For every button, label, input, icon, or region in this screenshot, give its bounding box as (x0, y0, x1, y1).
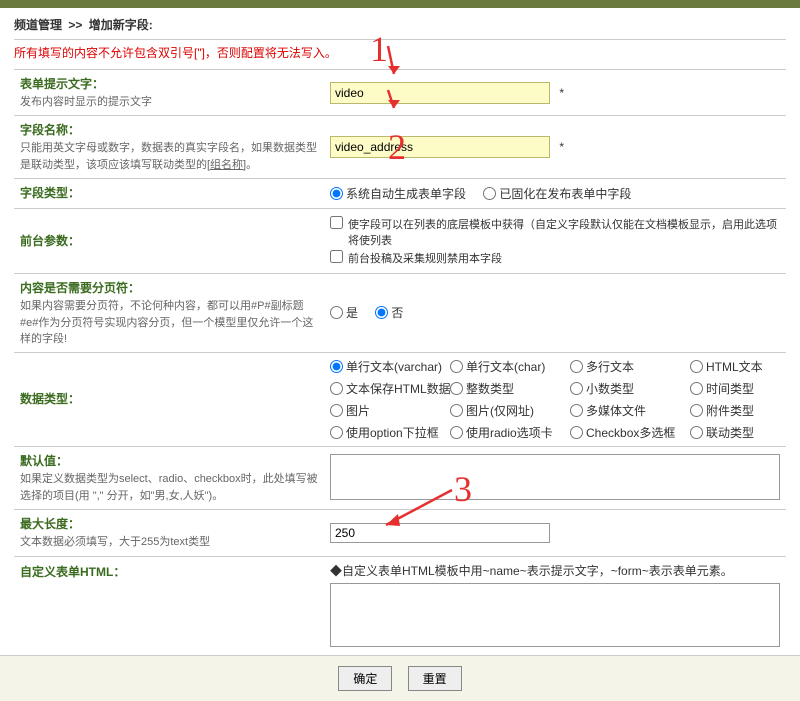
radio-ftype-fixed[interactable]: 已固化在发布表单中字段 (483, 185, 631, 202)
label-front: 前台参数： (20, 232, 318, 249)
label-prompt: 表单提示文字： (20, 75, 318, 92)
desc-prompt: 发布内容时显示的提示文字 (20, 96, 152, 108)
label-custom: 自定义表单HTML： (20, 563, 318, 580)
chk-disable-front[interactable] (330, 250, 343, 263)
breadcrumb-b: 增加新字段: (89, 18, 153, 32)
required-star: * (559, 86, 564, 100)
required-star: * (559, 140, 564, 154)
radio-dtype-7[interactable]: 时间类型 (690, 380, 766, 397)
textarea-default[interactable] (330, 454, 780, 500)
radio-dtype-12[interactable]: 使用option下拉框 (330, 424, 436, 441)
label-dtype: 数据类型： (20, 390, 318, 407)
radio-page-no[interactable]: 否 (375, 304, 403, 321)
reset-button[interactable]: 重置 (408, 666, 462, 691)
ok-button[interactable]: 确定 (338, 666, 392, 691)
label-ftype: 字段类型： (20, 184, 318, 201)
label-maxlen: 最大长度： (20, 515, 318, 532)
radio-dtype-1[interactable]: 单行文本(char) (450, 358, 556, 375)
desc-name: 只能用英文字母或数字，数据表的真实字段名，如果数据类型是联动类型，该项应该填写联… (20, 142, 317, 170)
desc-page: 如果内容需要分页符，不论何种内容，都可以用#P#副标题#e#作为分页符号实现内容… (20, 300, 313, 345)
label-page: 内容是否需要分页符： (20, 279, 318, 296)
radio-page-yes[interactable]: 是 (330, 304, 358, 321)
chk-list-enable[interactable] (330, 216, 343, 229)
radio-dtype-5[interactable]: 整数类型 (450, 380, 556, 397)
radio-ftype-auto[interactable]: 系统自动生成表单字段 (330, 185, 466, 202)
radio-dtype-15[interactable]: 联动类型 (690, 424, 766, 441)
radio-dtype-0[interactable]: 单行文本(varchar) (330, 358, 436, 375)
button-bar: 确定 重置 (0, 655, 800, 701)
radio-dtype-4[interactable]: 文本保存HTML数据 (330, 380, 436, 397)
radio-dtype-10[interactable]: 多媒体文件 (570, 402, 676, 419)
chevron-icon: >> (68, 18, 82, 32)
desc-maxlen: 文本数据必须填写，大于255为text类型 (20, 536, 210, 548)
radio-dtype-14[interactable]: Checkbox多选框 (570, 424, 676, 441)
input-prompt[interactable] (330, 82, 550, 104)
warning-text: 所有填写的内容不允许包含双引号["]，否则配置将无法写入。 (14, 39, 786, 69)
input-name[interactable] (330, 136, 550, 158)
breadcrumb: 频道管理 >> 增加新字段: (14, 8, 786, 39)
label-name: 字段名称： (20, 121, 318, 138)
hint-custom: ◆自定义表单HTML模板中用~name~表示提示文字，~form~表示表单元素。 (330, 562, 780, 579)
desc-default: 如果定义数据类型为select、radio、checkbox时，此处填写被选择的… (20, 473, 318, 501)
link-group-name[interactable]: [组名称] (207, 159, 246, 171)
label-default: 默认值： (20, 452, 318, 469)
radio-dtype-9[interactable]: 图片(仅网址) (450, 402, 556, 419)
breadcrumb-a: 频道管理 (14, 18, 62, 32)
radio-dtype-8[interactable]: 图片 (330, 402, 436, 419)
input-maxlen[interactable] (330, 523, 550, 543)
radio-dtype-2[interactable]: 多行文本 (570, 358, 676, 375)
radio-dtype-3[interactable]: HTML文本 (690, 358, 766, 375)
textarea-custom[interactable] (330, 583, 780, 647)
radio-dtype-6[interactable]: 小数类型 (570, 380, 676, 397)
radio-dtype-11[interactable]: 附件类型 (690, 402, 766, 419)
radio-dtype-13[interactable]: 使用radio选项卡 (450, 424, 556, 441)
